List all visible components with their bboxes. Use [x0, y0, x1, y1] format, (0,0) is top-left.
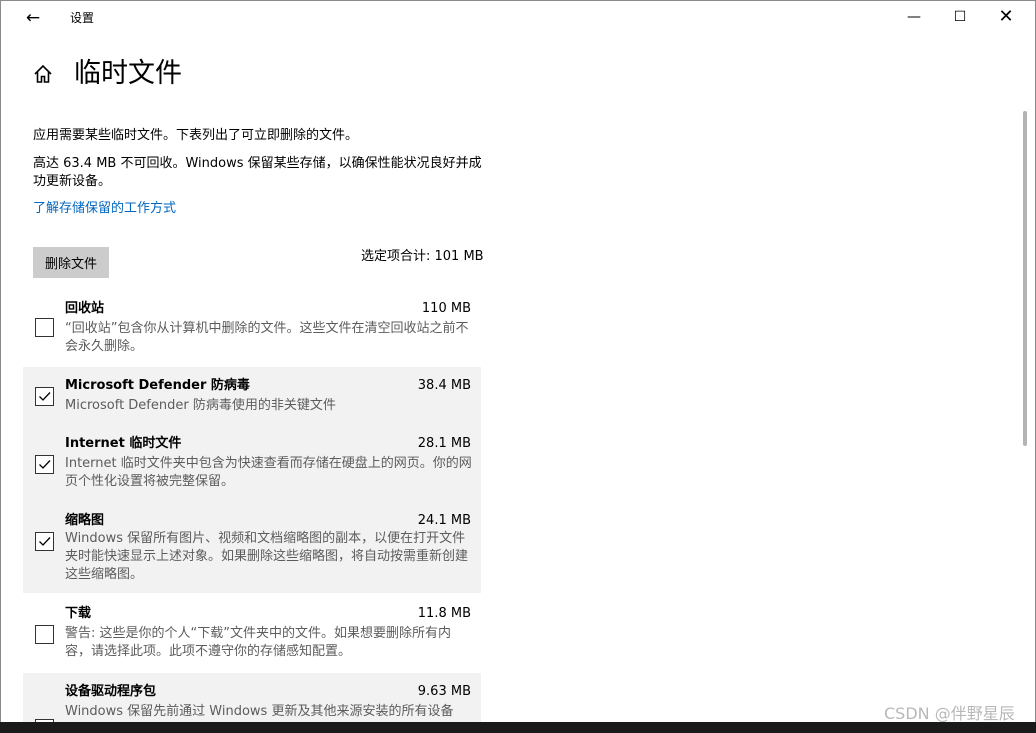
- item-name: 回收站: [65, 301, 105, 316]
- close-button[interactable]: ✕: [983, 1, 1029, 33]
- checkmark-icon: [39, 460, 51, 469]
- selected-total: 选定项合计: 101 MB: [361, 249, 484, 264]
- description-text: 应用需要某些临时文件。下表列出了可立即删除的文件。: [33, 128, 359, 143]
- item-size: 28.1 MB: [417, 436, 471, 451]
- learn-more-link[interactable]: 了解存储保留的工作方式: [33, 200, 176, 218]
- watermark: CSDN @伴野星辰: [884, 704, 1015, 723]
- item-description: Windows 保留先前通过 Windows 更新及其他来源安装的所有设备: [65, 704, 454, 719]
- item-name: 下载: [65, 606, 92, 621]
- item-size: 110 MB: [421, 301, 471, 316]
- checkbox[interactable]: [35, 532, 54, 551]
- list-item-internet-temp[interactable]: Internet 临时文件 28.1 MB Internet 临时文件夹中包含为…: [23, 423, 481, 500]
- reserved-storage-text: 高达 63.4 MB 不可回收。Windows 保留某些存储，以确保性能状况良好…: [33, 156, 482, 189]
- home-icon[interactable]: [32, 63, 54, 85]
- temp-file-list: 回收站 110 MB “回收站”包含你从计算机中删除的文件。这些文件在清空回收站…: [23, 293, 481, 732]
- window-title: 设置: [70, 11, 95, 25]
- checkbox[interactable]: [35, 625, 54, 644]
- item-size: 38.4 MB: [417, 378, 471, 393]
- list-item-downloads[interactable]: 下载 11.8 MB 警告: 这些是你的个人“下载”文件夹中的文件。如果想要删除…: [23, 593, 481, 673]
- checkbox[interactable]: [35, 318, 54, 337]
- minimize-button[interactable]: —: [891, 1, 937, 33]
- checkbox[interactable]: [35, 455, 54, 474]
- item-size: 11.8 MB: [417, 606, 471, 621]
- title-bar: ← 设置 — ☐ ✕: [1, 1, 1035, 35]
- checkmark-icon: [39, 537, 51, 546]
- item-name: Internet 临时文件: [65, 436, 182, 451]
- item-description: 警告: 这些是你的个人“下载”文件夹中的文件。如果想要删除所有内容，请选择此项。…: [65, 626, 451, 659]
- vertical-scrollbar[interactable]: [1023, 111, 1027, 446]
- item-description: Microsoft Defender 防病毒使用的非关键文件: [65, 398, 336, 413]
- item-name: 设备驱动程序包: [65, 684, 157, 699]
- settings-window: ← 设置 — ☐ ✕ 临时文件 应用需要某些临时文件。下表列出了可立即删除的文件…: [0, 0, 1036, 733]
- taskbar-edge: [0, 722, 1036, 733]
- maximize-button[interactable]: ☐: [937, 1, 983, 33]
- checkmark-icon: [39, 392, 51, 401]
- list-item-recycle-bin[interactable]: 回收站 110 MB “回收站”包含你从计算机中删除的文件。这些文件在清空回收站…: [23, 293, 481, 371]
- checkbox[interactable]: [35, 387, 54, 406]
- item-description: “回收站”包含你从计算机中删除的文件。这些文件在清空回收站之前不会永久删除。: [65, 321, 469, 354]
- item-description: Internet 临时文件夹中包含为快速查看而存储在硬盘上的网页。你的网页个性化…: [65, 456, 472, 489]
- back-arrow-icon[interactable]: ←: [21, 8, 45, 28]
- list-item-thumbnails[interactable]: 缩略图 24.1 MB Windows 保留所有图片、视频和文档缩略图的副本，以…: [23, 500, 481, 593]
- item-size: 9.63 MB: [417, 684, 471, 699]
- item-description: Windows 保留所有图片、视频和文档缩略图的副本，以便在打开文件夹时能快速显…: [65, 531, 469, 582]
- item-name: Microsoft Defender 防病毒: [65, 378, 250, 393]
- delete-files-button[interactable]: 删除文件: [33, 247, 109, 278]
- list-item-defender[interactable]: Microsoft Defender 防病毒 38.4 MB Microsoft…: [23, 367, 481, 423]
- item-size: 24.1 MB: [417, 513, 471, 528]
- page-title: 临时文件: [74, 58, 182, 89]
- item-name: 缩略图: [65, 513, 105, 528]
